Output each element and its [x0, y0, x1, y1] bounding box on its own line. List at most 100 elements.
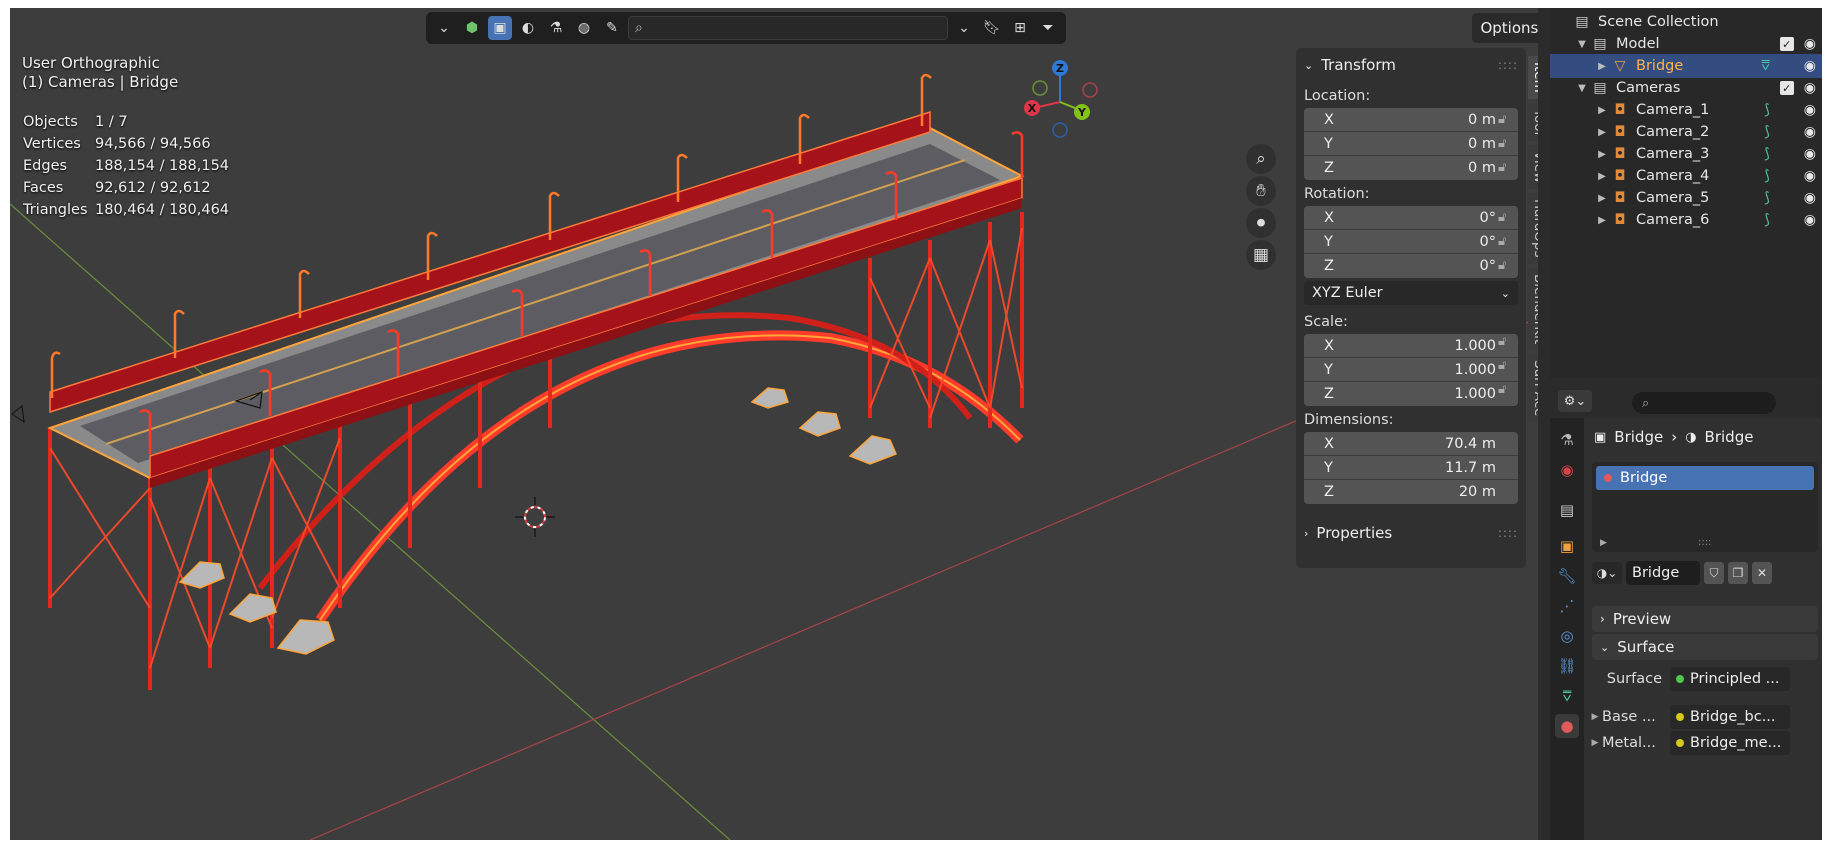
metallic-field[interactable]: Bridge_me... [1670, 731, 1790, 755]
tab-surf-ace[interactable]: Surf Ace [1528, 353, 1538, 423]
outliner-item-camera-5[interactable]: ▶ ◘ Camera_5 ⟆ ◉ [1550, 186, 1822, 210]
expand-triangle-icon[interactable]: ▶ [1594, 61, 1610, 72]
expand-triangle-icon[interactable]: ▼ [1574, 39, 1590, 50]
brush-icon[interactable]: ✎ [600, 16, 624, 40]
duplicate-icon[interactable]: ❐ [1728, 562, 1748, 584]
lock-icon[interactable]: 🔓︎ [1498, 230, 1506, 254]
camera-data-icon[interactable]: ⟆ [1764, 146, 1769, 162]
dimensions-y-field[interactable]: Y 11.7 m [1304, 456, 1518, 480]
location-y-field[interactable]: Y0 m [1304, 132, 1518, 156]
outliner-item-camera-2[interactable]: ▶ ◘ Camera_2 ⟆ ◉ [1550, 120, 1822, 144]
expand-triangle-icon[interactable]: ▼ [1574, 83, 1590, 94]
eye-icon[interactable]: ◉ [1804, 102, 1816, 118]
scale-z-field[interactable]: Z 1.000 [1304, 382, 1518, 406]
material-icon[interactable]: ● [1555, 714, 1579, 738]
preview-section-header[interactable]: › Preview [1592, 606, 1818, 632]
tab-item[interactable]: Item [1528, 56, 1538, 99]
filter-icon[interactable]: ⏷ [1036, 16, 1060, 40]
scale-x-field[interactable]: X 1.000 [1304, 334, 1518, 358]
camera-data-icon[interactable]: ⟆ [1764, 168, 1769, 184]
mesh-data-icon[interactable]: ⩢ [1761, 58, 1770, 74]
dimensions-x-field[interactable]: X 70.4 m [1304, 432, 1518, 456]
rotation-y-field[interactable]: Y 0° [1304, 230, 1518, 254]
tab-tool[interactable]: Tool [1528, 102, 1538, 141]
lock-icon[interactable]: 🔓︎ [1498, 354, 1506, 378]
tab-hardops[interactable]: HardOps [1528, 193, 1538, 264]
resize-grip-icon[interactable]: :::: [1698, 537, 1711, 548]
material-slot-list[interactable]: Bridge ▶ :::: [1592, 462, 1818, 552]
object-icon[interactable]: ▣ [1555, 534, 1579, 558]
checkbox-icon[interactable]: ✓ [1779, 37, 1794, 51]
location-x-field[interactable]: X0 m [1304, 108, 1518, 132]
eye-icon[interactable]: ◉ [1804, 58, 1816, 74]
constraints-icon[interactable]: ⛓︎ [1555, 654, 1579, 678]
material-name-field[interactable]: Bridge [1626, 561, 1700, 585]
eye-icon[interactable]: ◉ [1804, 124, 1816, 140]
camera-data-icon[interactable]: ⟆ [1764, 124, 1769, 140]
outliner-item-camera-4[interactable]: ▶ ◘ Camera_4 ⟆ ◉ [1550, 164, 1822, 188]
properties-search-input[interactable]: ⌕ [1632, 392, 1776, 414]
world-icon[interactable]: ◉ [1555, 458, 1579, 482]
drag-grip-icon[interactable]: :::: [1498, 526, 1518, 540]
search-input[interactable]: ⌕ [628, 16, 948, 40]
outliner-item-camera-3[interactable]: ▶ ◘ Camera_3 ⟆ ◉ [1550, 142, 1822, 166]
bookmark-icon[interactable]: 🔖︎ [980, 16, 1004, 40]
wrench-modifier-icon[interactable]: 🔧︎ [1555, 564, 1579, 588]
expand-triangle-icon[interactable]: ▶ [1594, 105, 1610, 116]
solid-shading-button[interactable]: ▣ [488, 16, 512, 40]
properties-panel-header[interactable]: › Properties :::: [1296, 516, 1526, 550]
fake-user-shield-icon[interactable]: ⛉ [1704, 562, 1724, 584]
material-browse-button[interactable]: ◑⌄ [1592, 562, 1622, 584]
collapse-icon[interactable]: ⌄ [952, 16, 976, 40]
expand-triangle-icon[interactable]: ▶ [1594, 149, 1610, 160]
camera-data-icon[interactable]: ⟆ [1764, 212, 1769, 228]
expand-triangle-icon[interactable]: ▶ [1594, 215, 1610, 226]
shading-cube-icon[interactable]: ⬢ [460, 16, 484, 40]
eye-icon[interactable]: ◉ [1804, 80, 1816, 96]
lock-icon[interactable]: 🔓︎ [1498, 254, 1506, 278]
render-tools-icon[interactable]: ⚗ [1555, 428, 1579, 452]
rotation-mode-select[interactable]: XYZ Euler ⌄ [1304, 281, 1518, 305]
material-preview-button[interactable]: ◐ [516, 16, 540, 40]
globe-icon[interactable]: ◍ [572, 16, 596, 40]
physics-icon[interactable]: ◎ [1555, 624, 1579, 648]
outliner-item-bridge[interactable]: ▶ ▽ Bridge ⩢ ◉ [1550, 54, 1822, 78]
editor-type-icon[interactable]: ⚙⌄ [1558, 390, 1592, 412]
tab-view[interactable]: View [1528, 144, 1538, 190]
3d-viewport[interactable]: Z X Y User Orthographic (1) Cameras | Br… [10, 8, 1538, 840]
camera-view-icon[interactable]: ⏺ [1246, 208, 1276, 238]
eye-icon[interactable]: ◉ [1804, 36, 1816, 52]
collection-icon[interactable]: ▤ [1555, 498, 1579, 522]
base-color-field[interactable]: Bridge_bc... [1670, 705, 1790, 729]
outliner-item-camera-6[interactable]: ▶ ◘ Camera_6 ⟆ ◉ [1550, 208, 1822, 232]
options-button[interactable]: Options ⌄ [1472, 13, 1538, 43]
material-slot-item[interactable]: Bridge [1596, 466, 1814, 490]
scene-collection-row[interactable]: ▤ Scene Collection [1550, 10, 1822, 34]
expand-triangle-icon[interactable]: ▶ [1594, 193, 1610, 204]
lock-icon[interactable]: 🔓︎ [1498, 108, 1506, 132]
zoom-icon[interactable]: ⌕ [1246, 144, 1276, 174]
hand-pan-icon[interactable]: ✋︎ [1246, 176, 1276, 206]
transform-panel-header[interactable]: ⌄ Transform :::: [1296, 48, 1526, 82]
expand-triangle-icon[interactable]: ▶ [1600, 538, 1607, 548]
location-z-field[interactable]: Z0 m [1304, 156, 1518, 180]
grid-ortho-icon[interactable]: ▦ [1246, 240, 1276, 270]
expand-triangle-icon[interactable]: ▶ [1594, 127, 1610, 138]
outliner-item-model[interactable]: ▼ ▤ Model ✓ ◉ [1550, 32, 1822, 56]
expand-triangle-icon[interactable]: ▶ [1588, 712, 1602, 722]
scale-y-field[interactable]: Y 1.000 [1304, 358, 1518, 382]
lock-icon[interactable]: 🔓︎ [1498, 206, 1506, 230]
lock-icon[interactable]: 🔓︎ [1498, 330, 1506, 354]
outliner-item-camera-1[interactable]: ▶ ◘ Camera_1 ⟆ ◉ [1550, 98, 1822, 122]
particles-icon[interactable]: ⋰ [1555, 594, 1579, 618]
dimensions-z-field[interactable]: Z 20 m [1304, 480, 1518, 504]
lock-icon[interactable]: 🔓︎ [1498, 156, 1506, 180]
drag-grip-icon[interactable]: :::: [1498, 58, 1518, 72]
camera-data-icon[interactable]: ⟆ [1764, 190, 1769, 206]
eye-icon[interactable]: ◉ [1804, 168, 1816, 184]
tab-blenderkit[interactable]: BlenderKit [1528, 267, 1538, 350]
lock-icon[interactable]: 🔓︎ [1498, 132, 1506, 156]
camera-data-icon[interactable]: ⟆ [1764, 102, 1769, 118]
chevron-down-icon[interactable]: ⌄ [432, 16, 456, 40]
surface-shader-field[interactable]: Principled ... [1670, 667, 1790, 691]
